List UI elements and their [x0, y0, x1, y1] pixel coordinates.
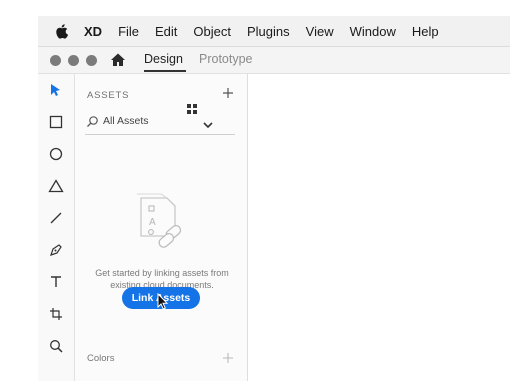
menu-object[interactable]: Object — [193, 24, 231, 39]
tool-strip — [38, 74, 75, 381]
menu-file[interactable]: File — [118, 24, 139, 39]
mouse-pointer-icon — [157, 292, 169, 310]
menu-view[interactable]: View — [306, 24, 334, 39]
zoom-icon[interactable] — [46, 336, 66, 356]
assets-filter[interactable]: All Assets — [85, 112, 235, 135]
search-icon — [86, 115, 99, 128]
artboard-icon[interactable] — [46, 304, 66, 324]
menu-plugins[interactable]: Plugins — [247, 24, 290, 39]
menu-window[interactable]: Window — [350, 24, 396, 39]
filter-value: All Assets — [103, 115, 149, 127]
chevron-down-icon[interactable] — [202, 117, 214, 129]
pen-icon[interactable] — [46, 240, 66, 260]
minimize-window-button[interactable] — [68, 55, 79, 66]
assets-title: ASSETS — [87, 90, 130, 101]
text-icon[interactable] — [46, 272, 66, 292]
app-toolbar: Design Prototype — [38, 47, 510, 74]
rectangle-icon[interactable] — [46, 112, 66, 132]
menu-edit[interactable]: Edit — [155, 24, 177, 39]
assets-panel: ASSETS All Assets A Get started by linki… — [75, 74, 248, 381]
grid-view-icon[interactable] — [187, 101, 197, 114]
ellipse-icon[interactable] — [46, 144, 66, 164]
polygon-icon[interactable] — [46, 176, 66, 196]
xd-window: XD File Edit Object Plugins View Window … — [38, 16, 510, 381]
line-icon[interactable] — [46, 208, 66, 228]
svg-text:A: A — [149, 217, 156, 228]
menu-bar: XD File Edit Object Plugins View Window … — [38, 16, 510, 47]
add-color-icon[interactable] — [222, 351, 234, 363]
active-tab-indicator — [144, 70, 186, 72]
tab-design[interactable]: Design — [144, 52, 183, 66]
add-asset-icon[interactable] — [221, 86, 235, 100]
close-window-button[interactable] — [50, 55, 61, 66]
menu-app-name[interactable]: XD — [84, 24, 102, 39]
tab-prototype[interactable]: Prototype — [199, 52, 253, 66]
apple-icon[interactable] — [54, 23, 68, 39]
design-canvas[interactable] — [248, 74, 510, 381]
zoom-window-button[interactable] — [86, 55, 97, 66]
select-icon[interactable] — [46, 80, 66, 100]
home-icon[interactable] — [110, 52, 126, 68]
menu-help[interactable]: Help — [412, 24, 439, 39]
colors-section-label: Colors — [87, 353, 115, 364]
linked-document-icon: A — [135, 192, 189, 250]
